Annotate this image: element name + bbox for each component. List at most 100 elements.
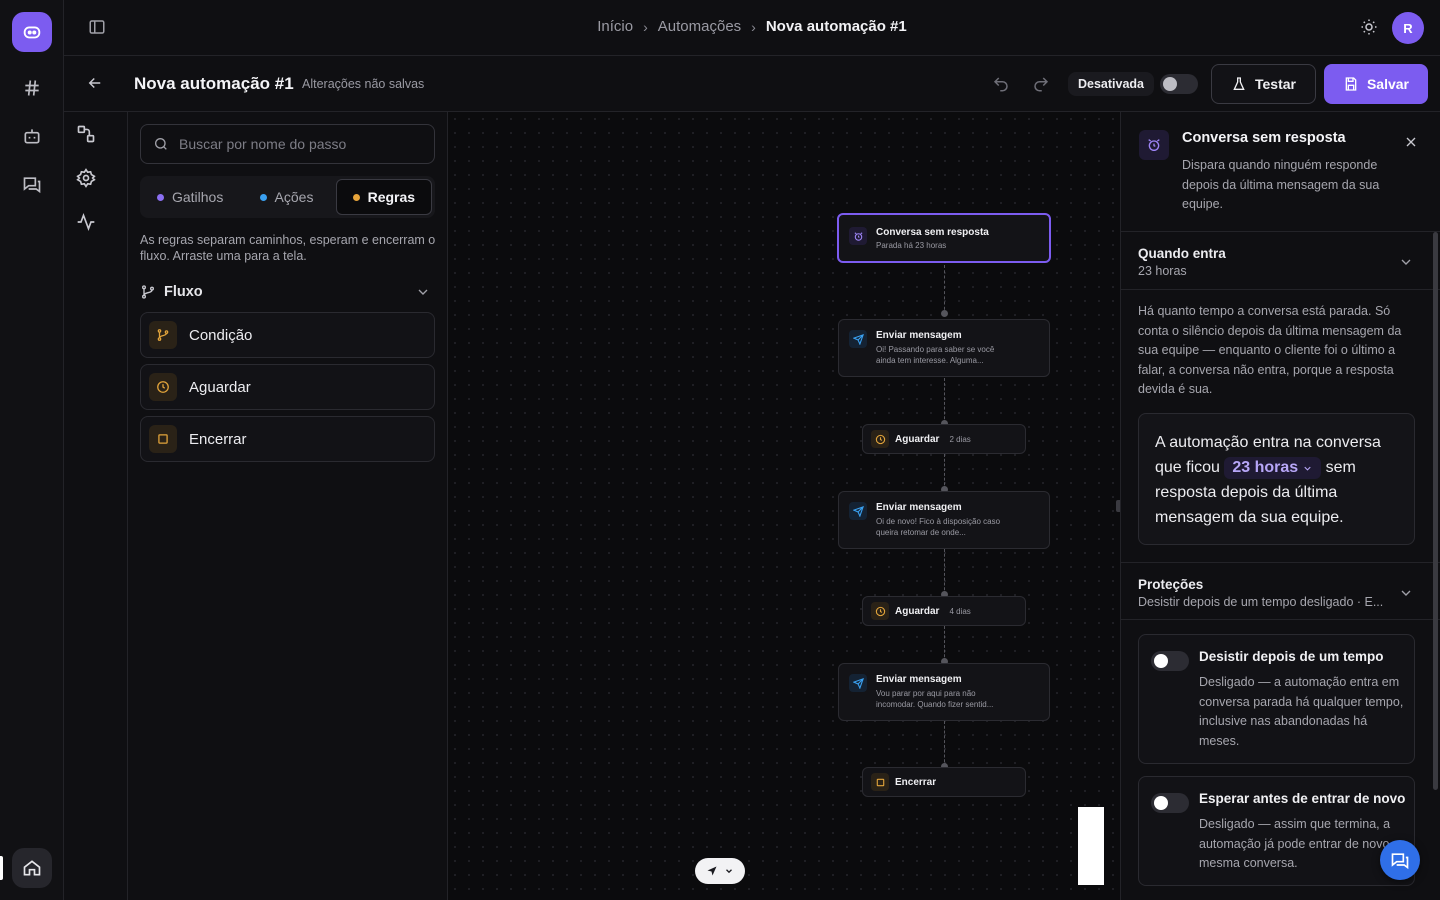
- chevron-down-icon: [1304, 466, 1311, 471]
- stop-icon: [871, 773, 889, 791]
- tab-label: Regras: [367, 189, 416, 205]
- section-value: 23 horas: [1138, 264, 1187, 278]
- hours-dropdown[interactable]: 23 horas: [1224, 457, 1322, 479]
- message-node[interactable]: Enviar mensagem Oi de novo! Fico à dispo…: [838, 491, 1050, 549]
- flask-icon: [1233, 77, 1245, 90]
- activity-icon[interactable]: [76, 212, 96, 232]
- search-field[interactable]: [140, 124, 435, 164]
- node-title: Encerrar: [895, 776, 937, 788]
- end-node[interactable]: Encerrar: [862, 767, 1026, 797]
- send-icon: [849, 502, 867, 520]
- details-scrollbar[interactable]: [1433, 232, 1438, 790]
- branch-icon: [142, 285, 154, 299]
- section-title: Quando entra: [1138, 246, 1226, 261]
- tab-acoes[interactable]: Ações: [239, 179, 333, 215]
- canvas-pointer-control[interactable]: [695, 858, 745, 884]
- wait-node[interactable]: Aguardar 4 dias: [862, 596, 1026, 626]
- message-node[interactable]: Enviar mensagem Vou parar por aqui para …: [838, 663, 1050, 721]
- when-section-header[interactable]: Quando entra 23 horas: [1121, 232, 1440, 290]
- protection-title: Desistir depois de um tempo: [1199, 649, 1384, 664]
- close-icon[interactable]: [1403, 134, 1419, 150]
- stop-icon: [149, 425, 177, 453]
- search-icon: [155, 138, 167, 150]
- step-details-panel: Conversa sem resposta Dispara quando nin…: [1120, 112, 1440, 900]
- minimap[interactable]: [1078, 807, 1104, 885]
- section-title: Proteções: [1138, 577, 1204, 592]
- alarm-clock-icon: [1139, 130, 1169, 160]
- breadcrumb-automations[interactable]: Automações: [658, 18, 741, 35]
- theme-toggle-icon[interactable]: [1360, 18, 1380, 38]
- flow-edge: [944, 265, 945, 315]
- status-badge: Desativada: [1068, 72, 1155, 96]
- protection-description: Desligado — a automação entra em convers…: [1199, 675, 1404, 748]
- protection-card: Desistir depois de um tempo Desligado — …: [1138, 634, 1415, 764]
- save-button[interactable]: Salvar: [1324, 64, 1428, 104]
- hash-icon[interactable]: [20, 76, 44, 100]
- flow-edge: [944, 378, 945, 424]
- settings-gear-icon[interactable]: [76, 168, 96, 188]
- support-chat-button[interactable]: [1380, 840, 1420, 880]
- tab-regras[interactable]: Regras: [335, 179, 432, 215]
- flow-steps-icon[interactable]: [76, 124, 96, 144]
- robot-icon[interactable]: [20, 124, 44, 148]
- home-button[interactable]: [12, 848, 52, 888]
- protection-card: Esperar antes de entrar de novo Desligad…: [1138, 776, 1415, 886]
- protection-toggle[interactable]: [1151, 793, 1189, 813]
- protection-description: Desligado — assim que termina, a automaç…: [1199, 817, 1407, 870]
- protection-toggle[interactable]: [1151, 651, 1189, 671]
- tab-gatilhos[interactable]: Gatilhos: [143, 179, 237, 215]
- breadcrumb: Início › Automações › Nova automação #1: [64, 18, 1440, 35]
- node-subtitle: Parada há 23 horas: [876, 241, 947, 250]
- flow-group-header[interactable]: Fluxo: [140, 280, 435, 304]
- details-title: Conversa sem resposta: [1182, 130, 1346, 146]
- editor-tools: [64, 112, 128, 900]
- avatar[interactable]: R: [1392, 12, 1424, 44]
- top-bar: Início › Automações › Nova automação #1 …: [64, 0, 1440, 56]
- undo-icon[interactable]: [992, 75, 1010, 93]
- chevron-right-icon: ›: [643, 18, 648, 35]
- edge-handle: [941, 310, 948, 317]
- navigation-icon: [707, 866, 717, 876]
- breadcrumb-home[interactable]: Início: [597, 18, 633, 35]
- node-text: Oi! Passando para saber se você ainda te…: [876, 345, 995, 365]
- tab-dot: [259, 193, 267, 201]
- alarm-clock-icon: [849, 227, 867, 245]
- step-type-tabs: Gatilhos Ações Regras: [140, 176, 435, 218]
- chevron-down-icon: [1401, 259, 1411, 265]
- bot-logo[interactable]: [12, 12, 52, 52]
- branch-icon: [149, 321, 177, 349]
- rule-item-wait[interactable]: Aguardar: [140, 364, 435, 410]
- app-rail: [0, 0, 64, 900]
- message-node[interactable]: Enviar mensagem Oi! Passando para saber …: [838, 319, 1050, 377]
- node-text: Vou parar por aqui para não incomodar. Q…: [876, 689, 994, 709]
- activate-toggle[interactable]: [1160, 74, 1198, 94]
- step-library-panel: Gatilhos Ações Regras As regras separam …: [128, 112, 448, 900]
- protections-section-header[interactable]: Proteções Desistir depois de um tempo de…: [1121, 562, 1440, 620]
- save-button-label: Salvar: [1366, 76, 1410, 92]
- flow-canvas[interactable]: Conversa sem resposta Parada há 23 horas…: [448, 112, 1124, 900]
- rule-item-end[interactable]: Encerrar: [140, 416, 435, 462]
- save-icon: [1345, 77, 1357, 91]
- search-input[interactable]: [179, 136, 419, 152]
- redo-icon[interactable]: [1032, 75, 1050, 93]
- automation-header: Nova automação #1 Alterações não salvas …: [64, 56, 1440, 112]
- send-icon: [849, 330, 867, 348]
- back-arrow-icon[interactable]: [86, 74, 106, 94]
- automation-title[interactable]: Nova automação #1: [134, 74, 294, 94]
- tab-dot: [156, 193, 164, 201]
- node-title: Enviar mensagem: [876, 502, 962, 513]
- test-button[interactable]: Testar: [1211, 64, 1316, 104]
- test-button-label: Testar: [1255, 76, 1296, 92]
- when-description: Há quanto tempo a conversa está parada. …: [1138, 304, 1402, 396]
- tab-dot: [352, 193, 360, 201]
- wait-node[interactable]: Aguardar 2 dias: [862, 424, 1026, 454]
- trigger-node[interactable]: Conversa sem resposta Parada há 23 horas: [837, 213, 1051, 263]
- flow-edge: [944, 626, 945, 662]
- chevron-down-icon: [418, 289, 428, 295]
- tab-label: Ações: [274, 189, 314, 205]
- chat-icon[interactable]: [20, 172, 44, 196]
- node-title: Enviar mensagem: [876, 674, 962, 685]
- group-title: Fluxo: [164, 284, 203, 300]
- node-text: Oi de novo! Fico à disposição caso queir…: [876, 517, 1001, 537]
- rule-item-condition[interactable]: Condição: [140, 312, 435, 358]
